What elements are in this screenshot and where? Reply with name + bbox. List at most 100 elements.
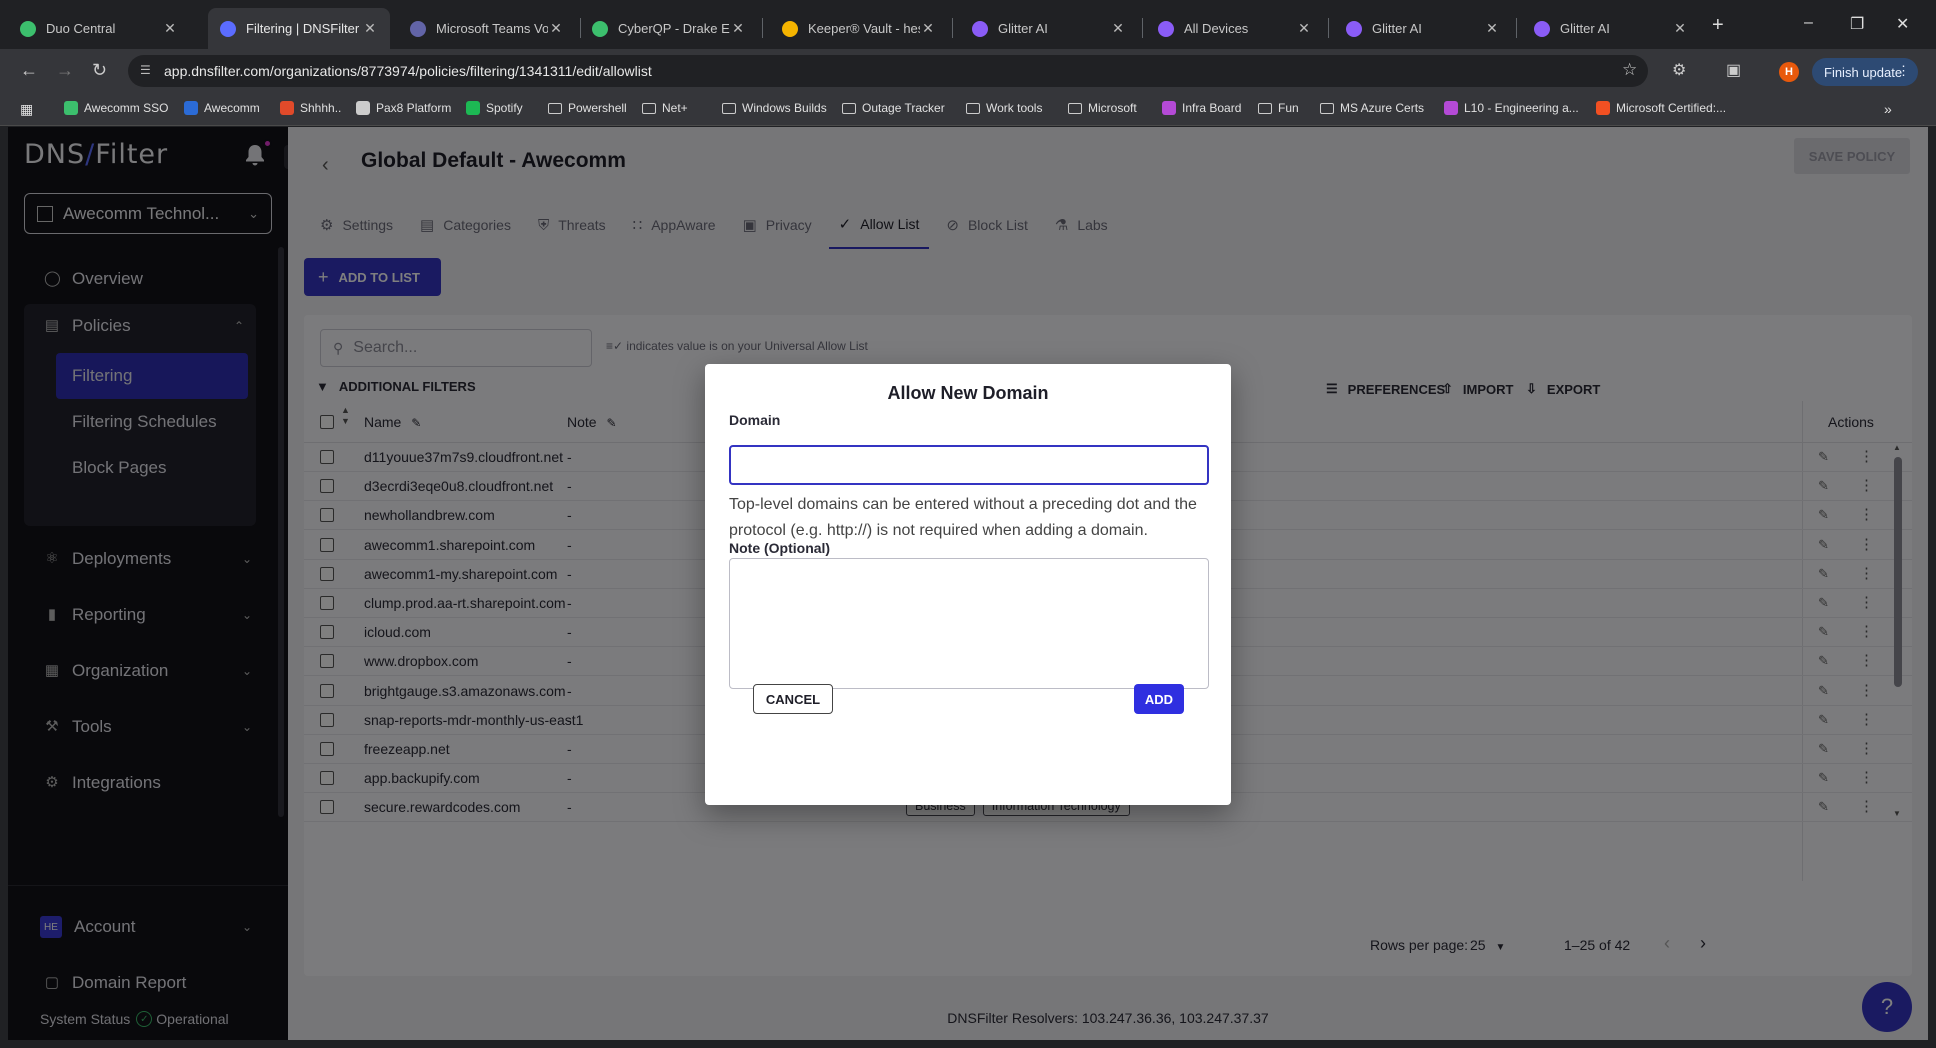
browser-tab-bar: Duo Central ✕ Filtering | DNSFilter ✕ Micros… bbox=[0, 0, 1936, 49]
bookmark-item[interactable]: Powershell bbox=[548, 101, 627, 115]
extensions-icon[interactable]: ⚙ bbox=[1672, 60, 1686, 80]
browser-tab[interactable]: Duo Central ✕ bbox=[8, 8, 190, 49]
allow-new-domain-dialog: Allow New Domain Domain Top-level domain… bbox=[705, 364, 1231, 805]
site-favicon-icon bbox=[280, 101, 294, 115]
add-button[interactable]: ADD bbox=[1134, 684, 1184, 714]
bookmark-item[interactable]: Pax8 Platform bbox=[356, 101, 451, 115]
bookmark-label: L10 - Engineering a... bbox=[1464, 101, 1579, 115]
browser-tab[interactable]: CyberQP - Drake Ente✕ bbox=[580, 8, 758, 49]
cancel-button[interactable]: CANCEL bbox=[753, 684, 833, 714]
bookmarks-bar: ▦ Awecomm SSO Awecomm Shhhh.. Pax8 Platform… bbox=[0, 93, 1936, 126]
bookmark-item[interactable]: Fun bbox=[1258, 101, 1299, 115]
bookmark-item[interactable]: Net+ bbox=[642, 101, 688, 115]
restore-icon[interactable]: ❐ bbox=[1850, 14, 1864, 34]
bookmark-label: Infra Board bbox=[1182, 101, 1242, 115]
browser-tab[interactable]: Keeper® Vault - hesch✕ bbox=[770, 8, 948, 49]
site-favicon-icon bbox=[1444, 101, 1458, 115]
browser-tab[interactable]: Glitter AI ✕ bbox=[960, 8, 1138, 49]
domain-input[interactable] bbox=[729, 445, 1209, 485]
forward-icon[interactable]: → bbox=[56, 60, 74, 81]
bookmark-label: Microsoft bbox=[1088, 101, 1137, 115]
browser-tab-title: All Devices bbox=[1184, 21, 1249, 36]
bookmark-item[interactable]: L10 - Engineering a... bbox=[1444, 101, 1579, 115]
bookmark-item[interactable]: MS Azure Certs bbox=[1320, 101, 1424, 115]
close-tab-icon[interactable]: ✕ bbox=[548, 20, 564, 37]
browser-tab-title: Filtering | DNSFilter bbox=[246, 21, 360, 36]
back-icon[interactable]: ← bbox=[20, 60, 38, 81]
reload-icon[interactable]: ↻ bbox=[92, 60, 107, 81]
duo-icon bbox=[20, 20, 36, 37]
minimize-icon[interactable]: – bbox=[1804, 14, 1813, 32]
bookmark-label: Net+ bbox=[662, 101, 688, 115]
bookmark-item[interactable]: Outage Tracker bbox=[842, 101, 945, 115]
profile-avatar[interactable]: H bbox=[1779, 62, 1799, 82]
bookmark-item[interactable]: Microsoft bbox=[1068, 101, 1137, 115]
close-window-icon[interactable]: ✕ bbox=[1896, 14, 1909, 34]
site-favicon-icon bbox=[64, 101, 78, 115]
menu-dots-icon: ⋮ bbox=[1897, 63, 1910, 78]
tab-separator bbox=[762, 18, 763, 38]
bookmark-item[interactable]: Microsoft Certified:... bbox=[1596, 101, 1726, 115]
folder-icon bbox=[642, 102, 656, 114]
glitter-icon bbox=[1346, 20, 1362, 37]
finish-update-label: Finish update bbox=[1824, 64, 1903, 80]
folder-icon bbox=[1258, 102, 1272, 114]
folder-icon bbox=[842, 102, 856, 114]
bookmark-label: MS Azure Certs bbox=[1340, 101, 1425, 115]
dnsfilter-icon bbox=[220, 20, 236, 37]
finish-update-button[interactable]: Finish update ⋮ bbox=[1812, 58, 1918, 86]
browser-tab-title: CyberQP - Drake Ente bbox=[618, 21, 730, 36]
devices-icon bbox=[1158, 20, 1174, 37]
glitter-icon bbox=[1534, 20, 1550, 37]
bookmark-label: Awecomm bbox=[204, 101, 260, 115]
close-tab-icon[interactable]: ✕ bbox=[1484, 20, 1500, 37]
close-tab-icon[interactable]: ✕ bbox=[1110, 20, 1126, 37]
bookmark-item[interactable]: Awecomm bbox=[184, 101, 260, 115]
bookmark-item[interactable]: Spotify bbox=[466, 101, 523, 115]
tab-separator bbox=[1516, 18, 1517, 38]
note-textarea[interactable] bbox=[729, 558, 1209, 689]
browser-tab[interactable]: Glitter AI ✕ bbox=[1522, 8, 1700, 49]
browser-tab-title: Microsoft Teams Voice bbox=[436, 21, 548, 36]
folder-icon bbox=[1068, 102, 1082, 114]
url-bar[interactable]: ☰ app.dnsfilter.com/organizations/877397… bbox=[128, 55, 1648, 87]
browser-tab[interactable]: Microsoft Teams Voice✕ bbox=[398, 8, 576, 49]
bookmark-item[interactable]: Windows Builds bbox=[722, 101, 827, 115]
new-tab-button[interactable]: + bbox=[1712, 14, 1724, 37]
bookmark-item[interactable]: Work tools bbox=[966, 101, 1042, 115]
close-tab-icon[interactable]: ✕ bbox=[1672, 20, 1688, 37]
folder-icon bbox=[1320, 102, 1334, 114]
close-tab-icon[interactable]: ✕ bbox=[1296, 20, 1312, 37]
teams-icon bbox=[410, 20, 426, 37]
browser-tab-title: Keeper® Vault - hesch bbox=[808, 21, 920, 36]
cast-icon[interactable]: ▣ bbox=[1726, 60, 1741, 80]
close-tab-icon[interactable]: ✕ bbox=[730, 20, 746, 37]
site-favicon-icon bbox=[1596, 101, 1610, 115]
more-bookmarks-icon[interactable]: » bbox=[1884, 101, 1892, 117]
browser-tab-title: Glitter AI bbox=[1372, 21, 1422, 36]
site-info-icon[interactable]: ☰ bbox=[140, 63, 156, 79]
url-text: app.dnsfilter.com/organizations/8773974/… bbox=[164, 63, 652, 79]
bookmark-label: Microsoft Certified:... bbox=[1616, 101, 1727, 115]
browser-tab[interactable]: Filtering | DNSFilter ✕ bbox=[208, 8, 390, 49]
browser-tab-title: Glitter AI bbox=[1560, 21, 1610, 36]
browser-tab[interactable]: Glitter AI ✕ bbox=[1334, 8, 1512, 49]
browser-tab-title: Duo Central bbox=[46, 21, 116, 36]
folder-icon bbox=[548, 102, 562, 114]
bookmark-star-icon[interactable]: ☆ bbox=[1622, 60, 1637, 80]
bookmark-item[interactable]: Shhhh.. bbox=[280, 101, 341, 115]
bookmark-item[interactable]: Awecomm SSO bbox=[64, 101, 168, 115]
bookmark-item[interactable]: Infra Board bbox=[1162, 101, 1241, 115]
dnsfilter-app: DNS/Filter ‹ Awecomm Technol... ⌄ ◯ Over… bbox=[8, 127, 1928, 1040]
apps-icon[interactable]: ▦ bbox=[20, 101, 33, 118]
close-tab-icon[interactable]: ✕ bbox=[920, 20, 936, 37]
close-tab-icon[interactable]: ✕ bbox=[162, 20, 178, 37]
browser-tab[interactable]: All Devices ✕ bbox=[1146, 8, 1324, 49]
tab-separator bbox=[1328, 18, 1329, 38]
domain-label: Domain bbox=[729, 412, 781, 428]
tab-separator bbox=[952, 18, 953, 38]
close-tab-icon[interactable]: ✕ bbox=[362, 20, 378, 37]
site-favicon-icon bbox=[356, 101, 370, 115]
keeper-icon bbox=[782, 20, 798, 37]
site-favicon-icon bbox=[466, 101, 480, 115]
